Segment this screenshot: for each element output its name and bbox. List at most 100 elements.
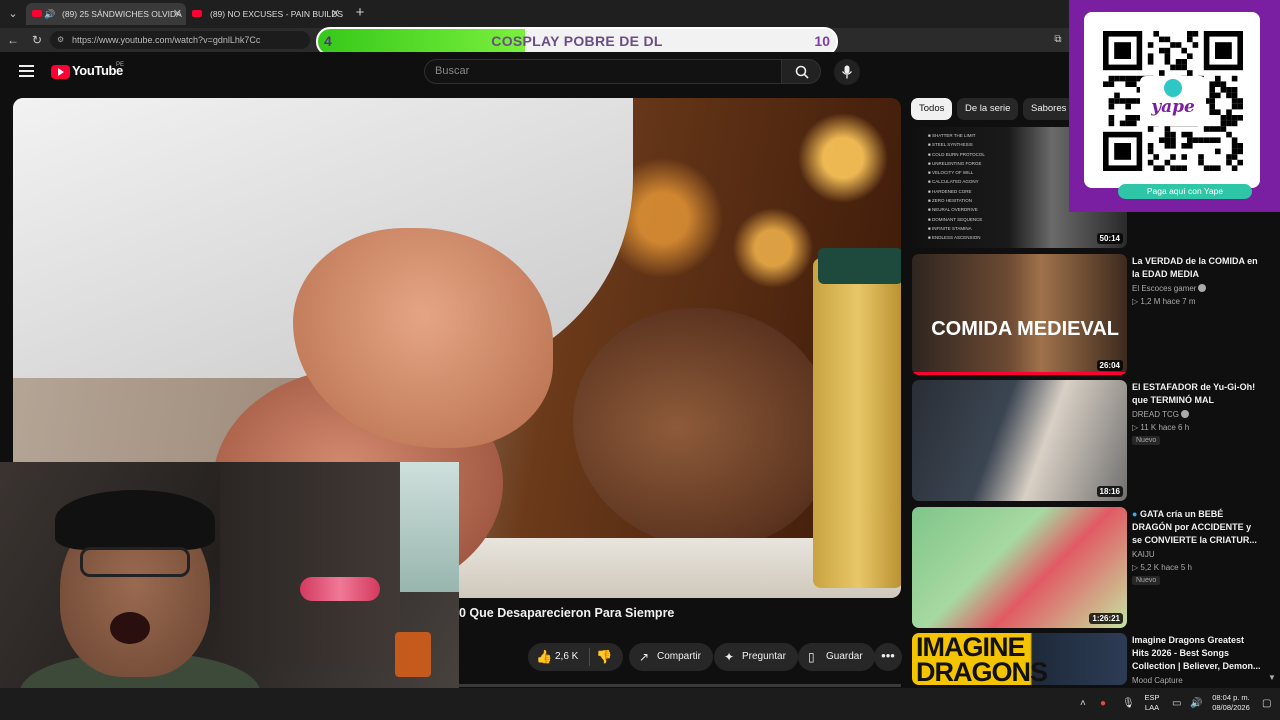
back-arrow-icon[interactable]: ← (5, 32, 21, 48)
recommended-thumbnail[interactable]: IMAGINE DRAGONS (912, 633, 1127, 685)
scroll-down-icon[interactable]: ▼ (1268, 673, 1276, 682)
chip-sabores[interactable]: Sabores (1023, 98, 1075, 120)
thumbnail-track-line: ■ STEEL SYNTHESIS (928, 142, 973, 148)
network-icon[interactable]: ▭ (1172, 698, 1181, 709)
extensions-icon[interactable]: ⧉ (1050, 32, 1066, 48)
save-label: Guardar (826, 651, 863, 662)
recommended-title[interactable]: ● GATA cría un BEBÉ DRAGÓN por ACCIDENTE… (1132, 508, 1262, 547)
dislike-icon[interactable]: 👎 (596, 643, 612, 671)
notifications-icon[interactable]: ▢ (1262, 698, 1271, 709)
search-button[interactable] (781, 59, 821, 84)
webcam-background-door (220, 462, 400, 662)
recommended-channel[interactable]: KAIJU (1132, 550, 1155, 559)
recommended-channel[interactable]: Mood Capture (1132, 676, 1183, 685)
new-badge: Nuevo (1132, 436, 1161, 445)
thumbnail-track-line: ■ ZERO HESITATION (928, 198, 973, 204)
thumbnail-track-line: ■ VELOCITY OF WILL (928, 170, 974, 176)
thumbnail-track-line: ■ NEURAL OVERDRIVE (928, 207, 978, 213)
volume-icon[interactable]: 🔊 (1190, 698, 1202, 709)
search-placeholder: Buscar (435, 65, 470, 77)
clock-date: 08/08/2026 (1212, 703, 1250, 712)
recommended-channel[interactable]: El Escoces gamer (1132, 284, 1207, 293)
like-count[interactable]: 2,6 K (555, 643, 578, 671)
speaker-icon[interactable]: 🔊 (44, 3, 55, 25)
views-age: 1,2 M hace 7 m (1140, 297, 1196, 306)
views-age: 11 K hace 6 h (1140, 423, 1190, 432)
video-frame-jar-lid (818, 248, 901, 284)
search-input[interactable]: Buscar (424, 59, 782, 84)
more-horizontal-icon: ••• (881, 648, 895, 663)
globe-icon: ● (1132, 509, 1138, 519)
search-icon (795, 65, 809, 79)
sparkle-icon: ✦ (724, 650, 735, 664)
recommended-thumbnail[interactable]: COMIDA MEDIEVAL 26:04 (912, 254, 1127, 375)
recommended-thumbnail[interactable]: 1:26:21 (912, 507, 1127, 628)
url-text: https://www.youtube.com/watch?v=gdnlLhk7… (72, 35, 261, 45)
webcam-streamer-hair (55, 490, 215, 550)
tray-microphone-icon[interactable]: 🎙 (1122, 698, 1135, 709)
duration-badge: 1:26:21 (1089, 613, 1123, 624)
share-button[interactable]: ↗ Compartir (629, 643, 713, 671)
save-button[interactable]: ▯ Guardar (798, 643, 875, 671)
more-actions-button[interactable]: ••• (874, 643, 902, 671)
youtube-favicon-icon (32, 10, 42, 17)
recommended-title[interactable]: La VERDAD de la COMIDA en la EDAD MEDIA (1132, 255, 1262, 281)
new-tab-button[interactable]: + (352, 4, 368, 22)
thumbnail-track-line: ■ ENDLESS ASCENSION (928, 235, 981, 241)
share-label: Compartir (657, 651, 701, 662)
tab-title: (89) 25 SÁNDWICHES OLVIDA (62, 9, 182, 19)
tray-app-icon[interactable]: ● (1100, 698, 1106, 709)
site-info-icon[interactable]: ⚙ (57, 31, 64, 49)
tab-title: (89) NO EXCUSES - PAIN BUILDS F (210, 9, 344, 19)
clock[interactable]: 08:04 p. m. 08/08/2026 (1206, 693, 1256, 713)
webcam-streamer-mouth (110, 612, 150, 644)
url-field[interactable]: ⚙ https://www.youtube.com/watch?v=gdnlLh… (50, 31, 310, 49)
youtube-logo-icon[interactable] (51, 65, 70, 79)
language-code: ESP (1144, 693, 1160, 702)
tab-list-chevron-icon[interactable]: ⌄ (4, 5, 22, 23)
recommended-meta: ▷ 5,2 K hace 5 h (1132, 563, 1192, 572)
webcam-mug (395, 632, 431, 677)
reload-icon[interactable]: ↻ (29, 32, 45, 48)
browser-tab-active[interactable]: 🔊 (89) 25 SÁNDWICHES OLVIDA ✕ (26, 3, 186, 25)
channel-name: DREAD TCG (1132, 410, 1179, 419)
webcam-streamer-glasses (80, 547, 190, 577)
views-age: 5,2 K hace 5 h (1140, 563, 1192, 572)
chip-de-la-serie[interactable]: De la serie (957, 98, 1019, 120)
region-code: PE (116, 62, 125, 68)
recommended-meta: ▷ 11 K hace 6 h (1132, 423, 1190, 432)
webcam-overlay (0, 462, 459, 720)
tab-close-icon[interactable]: ✕ (331, 3, 340, 25)
video-frame-bread (573, 308, 833, 548)
duration-badge: 18:16 (1096, 486, 1123, 497)
recommended-channel[interactable]: DREAD TCG (1132, 410, 1189, 419)
recommended-title[interactable]: El ESTAFADOR de Yu-Gi-Oh! que TERMINÓ MA… (1132, 381, 1262, 407)
thumbnail-text: COMIDA MEDIEVAL (931, 318, 1119, 340)
language-indicator[interactable]: ESP LAA (1142, 693, 1162, 713)
goal-target: 10 (814, 33, 830, 49)
video-frame-jar (813, 258, 901, 588)
tray-expand-icon[interactable]: ˄ (1080, 698, 1086, 709)
channel-name: El Escoces gamer (1132, 284, 1197, 293)
duration-badge: 26:04 (1096, 360, 1123, 371)
thumbnail-text: IMAGINE DRAGONS (916, 633, 1048, 686)
ask-label: Preguntar (742, 651, 786, 662)
recommended-thumbnail[interactable]: 18:16 (912, 380, 1127, 501)
thumbnail-track-line: ■ COLD BURN PROTOCOL (928, 151, 985, 157)
page-scroll-divider (459, 684, 901, 687)
tab-close-icon[interactable]: ✕ (173, 3, 182, 25)
yape-dot-icon (1164, 79, 1182, 97)
microphone-icon (841, 65, 853, 79)
keyboard-layout: LAA (1144, 703, 1160, 712)
like-icon[interactable]: 👍 (536, 643, 552, 671)
recommended-title[interactable]: Imagine Dragons Greatest Hits 2026 - Bes… (1132, 634, 1262, 673)
ask-button[interactable]: ✦ Preguntar (714, 643, 798, 671)
voice-search-button[interactable] (834, 59, 860, 85)
chip-todos[interactable]: Todos (911, 98, 953, 120)
thumbnail-track-line: ■ CALCULATED AGONY (928, 179, 979, 185)
qr-cta-label: Paga aquí con Yape (1118, 184, 1252, 199)
duration-badge: 50:14 (1096, 233, 1123, 244)
browser-tab[interactable]: (89) NO EXCUSES - PAIN BUILDS F ✕ (186, 3, 344, 25)
menu-icon[interactable] (19, 65, 34, 77)
thumbnail-track-line: ■ SHATTER THE LIMIT (928, 133, 976, 138)
